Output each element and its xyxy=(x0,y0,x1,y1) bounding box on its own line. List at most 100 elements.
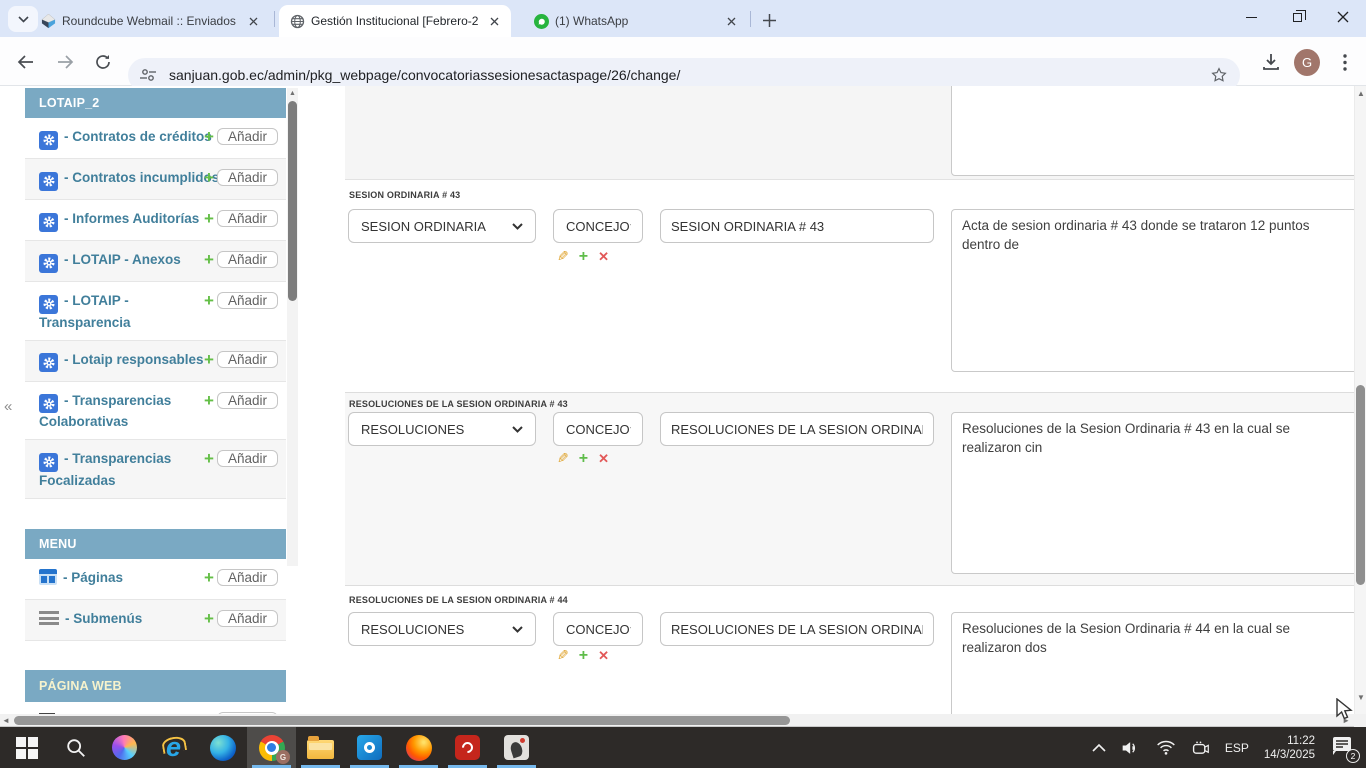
delete-icon[interactable]: ✕ xyxy=(598,250,609,263)
sidebar-item-label[interactable]: - Contratos incumplidos xyxy=(64,170,219,185)
scroll-up-icon[interactable]: ▲ xyxy=(1355,89,1366,98)
app-button[interactable] xyxy=(492,727,541,768)
horizontal-scrollbar-thumb[interactable] xyxy=(14,716,790,725)
reload-button[interactable] xyxy=(90,49,116,75)
description-textarea[interactable]: Acta de sesion ordinaria # 43 donde se t… xyxy=(951,209,1354,372)
type-select[interactable]: RESOLUCIONES xyxy=(348,412,536,446)
copilot-button[interactable] xyxy=(100,727,149,768)
add-link[interactable]: +Añadir xyxy=(204,127,278,147)
sidebar-item-label[interactable]: - Páginas xyxy=(63,570,123,585)
url-text[interactable]: sanjuan.gob.ec/admin/pkg_webpage/convoca… xyxy=(169,67,1210,83)
sidebar-item-pagina-web-entry[interactable]: +Añadir xyxy=(25,702,286,714)
add-link[interactable]: +Añadir xyxy=(204,391,278,411)
sidebar-item-label[interactable]: - Contratos de créditos xyxy=(64,129,212,144)
add-link[interactable]: +Añadir xyxy=(204,168,278,188)
edit-icon[interactable]: ✎ xyxy=(557,248,569,265)
meet-now-icon[interactable] xyxy=(1191,740,1210,756)
sidebar-item-transparencias-focalizadas[interactable]: - Transparencias Focalizadas +Añadir xyxy=(25,440,286,499)
chrome-button[interactable]: G xyxy=(247,727,296,768)
edge-button[interactable] xyxy=(198,727,247,768)
downloads-button[interactable] xyxy=(1258,49,1284,75)
sidebar-item-paginas[interactable]: - Páginas +Añadir xyxy=(25,559,286,600)
page-horizontal-scrollbar[interactable]: ◄ ► xyxy=(0,714,1354,727)
minimize-button[interactable] xyxy=(1228,0,1274,34)
edit-icon[interactable]: ✎ xyxy=(557,450,569,467)
start-button[interactable] xyxy=(2,727,51,768)
wifi-icon[interactable] xyxy=(1156,740,1176,755)
acrobat-button[interactable] xyxy=(443,727,492,768)
description-textarea[interactable]: Resoluciones de la Sesion Ordinaria # 43… xyxy=(951,412,1354,574)
add-link[interactable]: +Añadir xyxy=(204,568,278,588)
tab-gestion-institucional[interactable]: Gestión Institucional [Febrero-2 xyxy=(279,5,511,37)
sidebar-item-label[interactable]: - Submenús xyxy=(65,611,142,626)
sidebar-scrollbar[interactable]: ▲ xyxy=(287,88,298,566)
language-indicator[interactable]: ESP xyxy=(1225,741,1249,755)
title-input[interactable] xyxy=(660,612,934,646)
scroll-up-icon[interactable]: ▲ xyxy=(287,90,298,97)
sidebar-item-lotaip-responsables[interactable]: - Lotaip responsables +Añadir xyxy=(25,341,286,382)
add-icon[interactable]: + xyxy=(579,249,588,265)
description-textarea[interactable]: Resoluciones de la Sesion Ordinaria # 44… xyxy=(951,612,1354,714)
tab-whatsapp[interactable]: (1) WhatsApp xyxy=(523,5,748,37)
taskbar-clock[interactable]: 11:22 14/3/2025 xyxy=(1264,734,1315,762)
add-link[interactable]: +Añadir xyxy=(204,250,278,270)
tab-roundcube[interactable]: Roundcube Webmail :: Enviados xyxy=(30,5,270,37)
edit-icon[interactable]: ✎ xyxy=(557,647,569,664)
vertical-scrollbar-thumb[interactable] xyxy=(1356,385,1365,585)
bookmark-star-icon[interactable] xyxy=(1210,66,1228,84)
sidebar-item-label[interactable]: - Lotaip responsables xyxy=(64,352,204,367)
type-select[interactable]: SESION ORDINARIA xyxy=(348,209,536,243)
entity-select[interactable]: CONCEJO xyxy=(553,209,643,243)
sidebar-item-label[interactable]: - Transparencias Focalizadas xyxy=(39,451,171,488)
notification-center-button[interactable]: 2 xyxy=(1330,735,1356,761)
sidebar-item-informes-auditorias[interactable]: - Informes Auditorías +Añadir xyxy=(25,200,286,241)
sidebar-item-submenus[interactable]: - Submenús +Añadir xyxy=(25,600,286,641)
forward-button[interactable] xyxy=(52,49,78,75)
scroll-down-icon[interactable]: ▼ xyxy=(1355,693,1366,702)
sidebar-item-label[interactable]: - Transparencias Colaborativas xyxy=(39,393,171,430)
outlook-button[interactable] xyxy=(345,727,394,768)
title-input[interactable] xyxy=(660,209,934,243)
sidebar-item-lotaip-anexos[interactable]: - LOTAIP - Anexos +Añadir xyxy=(25,241,286,282)
tray-expand-icon[interactable] xyxy=(1092,743,1106,752)
sidebar-item-contratos-incumplidos[interactable]: - Contratos incumplidos +Añadir xyxy=(25,159,286,200)
add-icon[interactable]: + xyxy=(579,648,588,664)
scroll-left-icon[interactable]: ◄ xyxy=(2,716,10,725)
add-link[interactable]: +Añadir xyxy=(204,209,278,229)
add-icon[interactable]: + xyxy=(579,451,588,467)
title-input[interactable] xyxy=(660,412,934,446)
type-select[interactable]: RESOLUCIONES xyxy=(348,612,536,646)
add-link[interactable]: +Añadir xyxy=(204,609,278,629)
profile-avatar[interactable]: G xyxy=(1294,49,1320,75)
sidebar-item-contratos-creditos[interactable]: - Contratos de créditos +Añadir xyxy=(25,118,286,159)
sidebar-item-lotaip-transparencia[interactable]: - LOTAIP - Transparencia +Añadir xyxy=(25,282,286,341)
description-textarea-partial[interactable] xyxy=(951,86,1354,176)
page-vertical-scrollbar[interactable]: ▲ ▼ xyxy=(1354,86,1366,714)
restore-button[interactable] xyxy=(1274,0,1320,34)
add-link[interactable]: +Añadir xyxy=(204,350,278,370)
close-tab-icon[interactable] xyxy=(723,13,740,30)
back-button[interactable] xyxy=(12,49,38,75)
new-tab-button[interactable] xyxy=(756,7,782,33)
sidebar-scrollbar-thumb[interactable] xyxy=(288,101,297,301)
delete-icon[interactable]: ✕ xyxy=(598,649,609,662)
close-tab-icon[interactable] xyxy=(245,13,262,30)
entity-select[interactable]: CONCEJO xyxy=(553,412,643,446)
taskbar-search-button[interactable] xyxy=(51,727,100,768)
add-link[interactable]: +Añadir xyxy=(204,291,278,311)
menu-kebab-button[interactable] xyxy=(1332,49,1358,75)
site-info-icon[interactable] xyxy=(140,68,157,82)
volume-icon[interactable] xyxy=(1121,740,1141,756)
sidebar-item-transparencias-colaborativas[interactable]: - Transparencias Colaborativas +Añadir xyxy=(25,382,286,441)
file-explorer-button[interactable] xyxy=(296,727,345,768)
delete-icon[interactable]: ✕ xyxy=(598,452,609,465)
sidebar-collapse-button[interactable]: « xyxy=(4,398,12,415)
internet-explorer-button[interactable]: e xyxy=(149,727,198,768)
entity-select[interactable]: CONCEJO xyxy=(553,612,643,646)
close-window-button[interactable] xyxy=(1320,0,1366,34)
close-tab-icon[interactable] xyxy=(486,13,503,30)
sidebar-item-label[interactable]: - LOTAIP - Anexos xyxy=(64,252,181,267)
sidebar-item-label[interactable]: - Informes Auditorías xyxy=(64,211,199,226)
add-link[interactable]: +Añadir xyxy=(204,449,278,469)
firefox-button[interactable] xyxy=(394,727,443,768)
